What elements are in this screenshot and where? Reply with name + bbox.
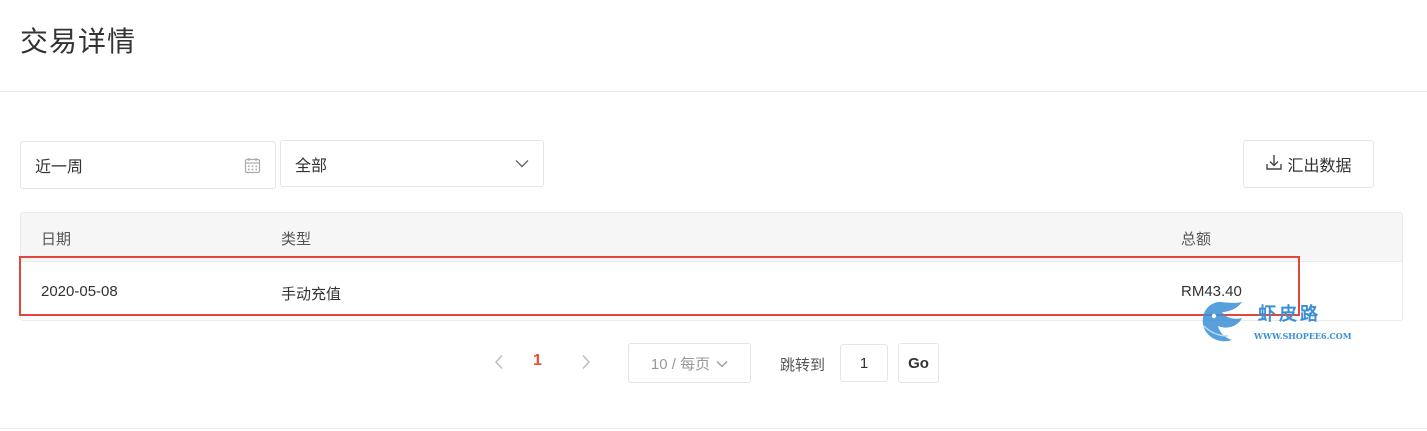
jump-to-label: 跳转到 [780, 357, 826, 374]
highlight-annotation-box [19, 256, 1300, 316]
previous-page-icon[interactable] [489, 352, 509, 372]
watermark-text: 虾皮路 [1258, 304, 1321, 325]
column-header-type: 类型 [281, 231, 312, 248]
page-title: 交易详情 [20, 26, 137, 57]
page-size-value: 10 / 每页 [650, 355, 711, 373]
chevron-down-icon [515, 155, 529, 173]
jump-page-input[interactable] [840, 344, 888, 382]
date-range-value: 近一周 [35, 159, 84, 176]
watermark-url: WWW.SHOPEE6.COM [1254, 331, 1352, 341]
chevron-down-icon [716, 355, 728, 372]
pagination: 1 10 / 每页 跳转到 Go [0, 342, 1427, 383]
current-page-number[interactable]: 1 [533, 352, 542, 370]
type-select-value: 全部 [295, 157, 328, 175]
type-select[interactable]: 全部 [280, 140, 544, 187]
date-range-picker[interactable]: 近一周 [20, 141, 276, 189]
page-size-select[interactable]: 10 / 每页 [628, 343, 751, 383]
column-header-date: 日期 [41, 231, 72, 248]
watermark-shrimp-logo-icon [1202, 302, 1242, 342]
export-data-label: 汇出数据 [1287, 158, 1352, 175]
column-header-amount: 总额 [1181, 231, 1212, 248]
next-page-icon[interactable] [576, 352, 596, 372]
table-header: 日期 类型 总额 [21, 213, 1402, 262]
bottom-divider [0, 428, 1427, 429]
download-icon [1265, 153, 1283, 176]
calendar-icon [243, 156, 261, 174]
export-data-button[interactable]: 汇出数据 [1243, 140, 1374, 188]
title-divider [0, 91, 1427, 92]
go-button[interactable]: Go [898, 343, 939, 383]
watermark: 虾皮路 WWW.SHOPEE6.COM [1198, 296, 1352, 346]
